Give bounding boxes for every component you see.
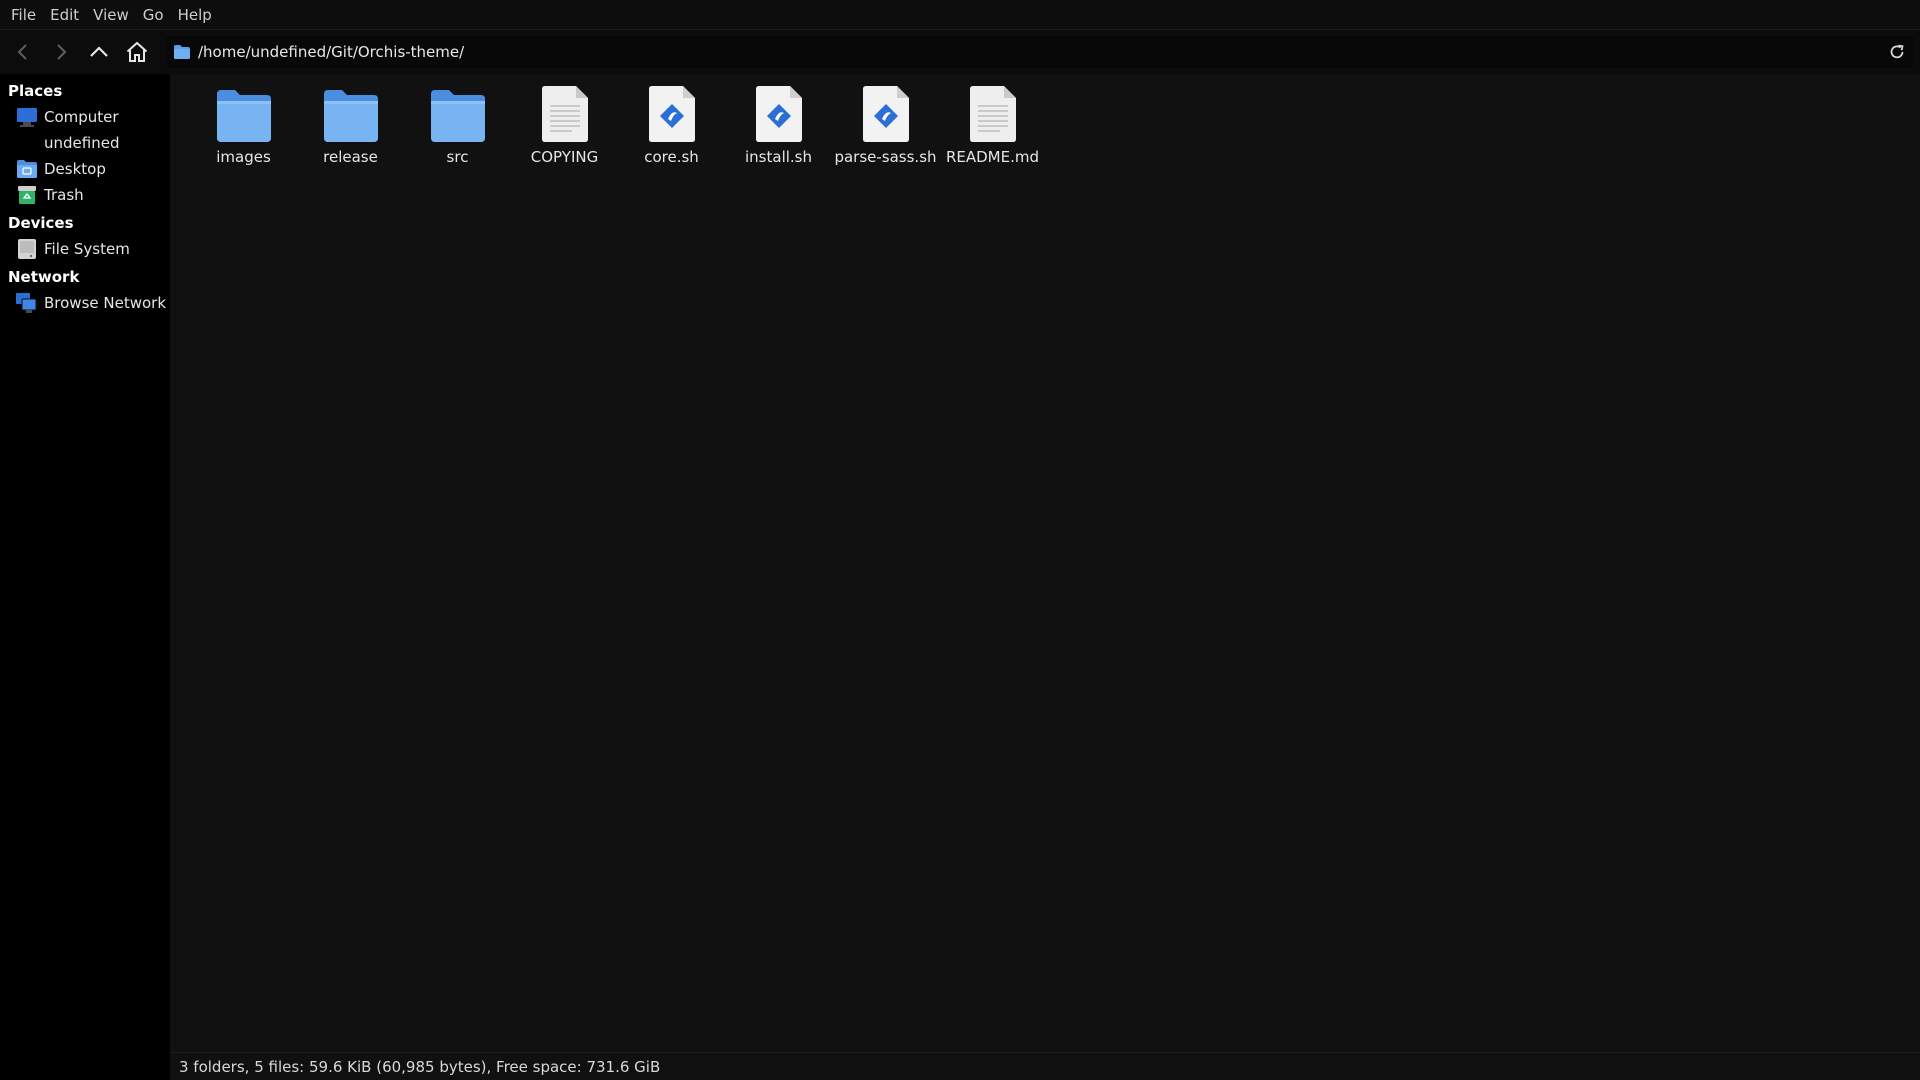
script-file-icon <box>751 84 807 142</box>
home-icon <box>126 41 148 62</box>
file-name: README.md <box>945 148 1040 166</box>
menu-view[interactable]: View <box>86 0 136 30</box>
chevron-up-icon <box>90 46 108 57</box>
drive-icon <box>16 238 38 260</box>
home-folder-icon <box>16 132 38 154</box>
sidebar-item-label: undefined <box>44 134 120 152</box>
location-bar[interactable]: /home/undefined/Git/Orchis-theme/ <box>166 36 1914 68</box>
sidebar-item-desktop[interactable]: Desktop <box>0 156 170 182</box>
sidebar-item-label: Computer <box>44 108 119 126</box>
file-name: parse-sass.sh <box>834 148 937 166</box>
text-file-icon <box>965 84 1021 142</box>
folder-icon <box>430 84 486 142</box>
folder-icon <box>216 84 272 142</box>
file-name: COPYING <box>530 148 599 166</box>
file-item-src[interactable]: src <box>404 84 511 166</box>
file-name: release <box>323 148 378 166</box>
sidebar-header-places: Places <box>8 82 63 100</box>
sidebar-item-computer[interactable]: Computer <box>0 104 170 130</box>
menu-bar: File Edit View Go Help <box>0 0 1920 30</box>
sidebar-item-browse-network[interactable]: Browse Network <box>0 290 170 316</box>
sidebar-item-label: File System <box>44 240 130 258</box>
sidebar-item-filesystem[interactable]: File System <box>0 236 170 262</box>
file-item-parse-sass-sh[interactable]: parse-sass.sh <box>832 84 939 166</box>
status-text: 3 folders, 5 files: 59.6 KiB (60,985 byt… <box>179 1057 661 1076</box>
file-item-core-sh[interactable]: core.sh <box>618 84 725 166</box>
folder-icon <box>323 84 379 142</box>
script-file-icon <box>858 84 914 142</box>
file-item-copying[interactable]: COPYING <box>511 84 618 166</box>
back-button[interactable] <box>4 33 42 71</box>
menu-edit[interactable]: Edit <box>43 0 86 30</box>
location-path: /home/undefined/Git/Orchis-theme/ <box>198 43 465 61</box>
text-file-icon <box>537 84 593 142</box>
file-item-install-sh[interactable]: install.sh <box>725 84 832 166</box>
file-name: core.sh <box>644 148 699 166</box>
file-view[interactable]: images release src COPYING core.sh insta… <box>170 74 1920 1052</box>
reload-button[interactable] <box>1886 41 1908 63</box>
up-button[interactable] <box>80 33 118 71</box>
menu-go[interactable]: Go <box>136 0 171 30</box>
forward-button[interactable] <box>42 33 80 71</box>
sidebar-header-devices: Devices <box>8 214 74 232</box>
arrow-left-icon <box>17 44 27 60</box>
file-name: src <box>446 148 469 166</box>
network-icon <box>16 292 38 314</box>
arrow-right-icon <box>57 44 67 60</box>
sidebar-item-home[interactable]: undefined <box>0 130 170 156</box>
folder-icon <box>174 45 190 59</box>
trash-icon <box>16 184 38 206</box>
menu-file[interactable]: File <box>4 0 43 30</box>
home-button[interactable] <box>118 33 156 71</box>
computer-icon <box>16 106 38 128</box>
menu-help[interactable]: Help <box>171 0 219 30</box>
sidebar-item-trash[interactable]: Trash <box>0 182 170 208</box>
sidebar-header-network: Network <box>8 268 80 286</box>
reload-icon <box>1890 44 1904 59</box>
file-name: images <box>216 148 271 166</box>
sidebar-item-label: Trash <box>44 186 84 204</box>
toolbar: /home/undefined/Git/Orchis-theme/ <box>0 30 1920 74</box>
sidebar: Places Computer undefined Desktop Trash … <box>0 74 170 1080</box>
file-item-images[interactable]: images <box>190 84 297 166</box>
file-item-release[interactable]: release <box>297 84 404 166</box>
desktop-icon <box>16 158 38 180</box>
sidebar-item-label: Browse Network <box>44 294 167 312</box>
sidebar-item-label: Desktop <box>44 160 106 178</box>
status-bar: 3 folders, 5 files: 59.6 KiB (60,985 byt… <box>170 1052 1920 1080</box>
script-file-icon <box>644 84 700 142</box>
file-item-readme-md[interactable]: README.md <box>939 84 1046 166</box>
file-grid: images release src COPYING core.sh insta… <box>190 84 1046 166</box>
file-name: install.sh <box>745 148 812 166</box>
